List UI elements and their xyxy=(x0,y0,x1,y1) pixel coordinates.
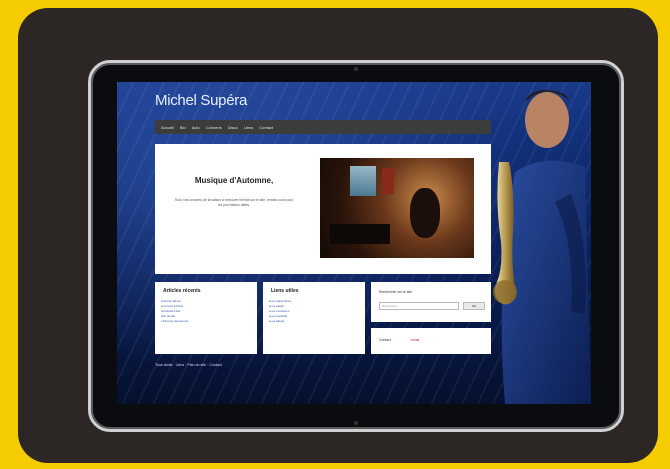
concert-photo xyxy=(320,158,474,258)
nav-item-liens[interactable]: Liens xyxy=(244,125,254,130)
photo-window xyxy=(350,166,376,196)
site-title: Michel Supéra xyxy=(155,92,247,109)
search-button[interactable]: OK xyxy=(463,302,485,310)
camera-dot xyxy=(354,67,358,71)
main-nav: Accueil Bio Actu Concerts Disco Liens Co… xyxy=(155,120,491,134)
search-label: Rechercher sur le site xyxy=(379,290,412,294)
photo-piano xyxy=(330,224,390,244)
nav-item-disco[interactable]: Disco xyxy=(228,125,238,130)
links-box: Liens utiles Les partenaires Les salles … xyxy=(263,282,365,354)
home-dot xyxy=(354,421,358,425)
hero-title: Musique d'Automne, xyxy=(194,176,274,185)
nav-item-bio[interactable]: Bio xyxy=(180,125,186,130)
links-title: Liens utiles xyxy=(271,288,299,294)
hero-text: Tous nos concerts de la saison à retrouv… xyxy=(174,198,294,207)
contact-label: Contact xyxy=(379,338,391,342)
nav-item-accueil[interactable]: Accueil xyxy=(161,125,174,130)
footer-links[interactable]: Tous droits · Liens · Plan du site · Con… xyxy=(155,363,222,367)
links-list: Les partenaires Les salles Les musiciens… xyxy=(269,299,292,324)
list-item[interactable]: Tournée d'automne xyxy=(161,319,189,324)
contact-link[interactable]: email xyxy=(411,338,419,342)
articles-list: Nouvel album Concert à Paris Festival d'… xyxy=(161,299,189,324)
nav-item-concerts[interactable]: Concerts xyxy=(206,125,222,130)
articles-title: Articles récents xyxy=(163,288,201,294)
photo-lamp xyxy=(382,168,394,194)
nav-item-actu[interactable]: Actu xyxy=(192,125,200,130)
list-item[interactable]: Les labels xyxy=(269,319,291,324)
hero-panel: Musique d'Automne, Tous nos concerts de … xyxy=(155,144,491,274)
photo-guitarist xyxy=(410,188,440,238)
nav-item-contact[interactable]: Contact xyxy=(259,125,273,130)
website-screen: Michel Supéra Accueil Bio Actu Concerts … xyxy=(117,82,591,404)
search-input[interactable]: Recherche... xyxy=(379,302,459,310)
contact-box: Contact email xyxy=(371,328,491,354)
saxophonist-photo xyxy=(493,90,591,404)
articles-box: Articles récents Nouvel album Concert à … xyxy=(155,282,257,354)
search-box: Rechercher sur le site Recherche... OK xyxy=(371,282,491,322)
